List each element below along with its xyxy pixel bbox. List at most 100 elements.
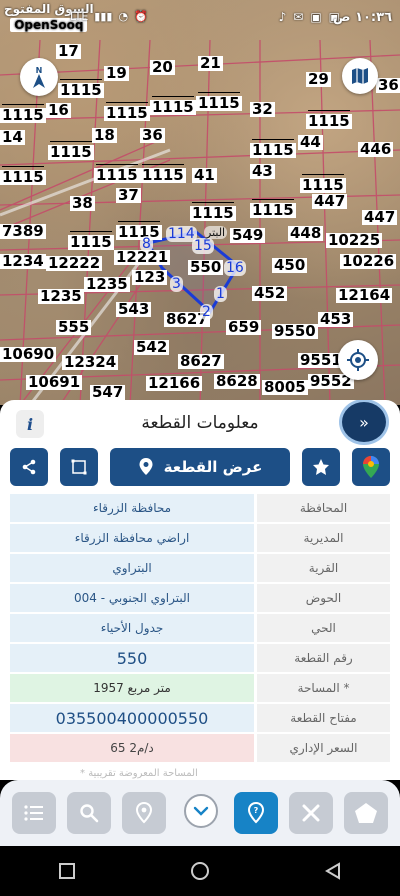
parcel-label[interactable]: 1115 <box>196 92 242 111</box>
parcel-label[interactable]: 9551 <box>298 353 344 368</box>
signal-icon: ▮▮▮ <box>94 10 113 23</box>
vertex-label: 8 <box>140 236 153 252</box>
tools-button[interactable] <box>289 792 333 834</box>
parcel-label[interactable]: 1115 <box>140 164 186 183</box>
location-search-button[interactable] <box>122 792 166 834</box>
parcel-label[interactable]: 1115 <box>0 104 46 123</box>
parcel-label[interactable]: 448 <box>288 226 324 241</box>
parcel-label[interactable]: 44 <box>298 135 323 150</box>
recent-apps-button[interactable] <box>55 859 79 883</box>
parcel-label[interactable]: 8005 <box>262 380 308 395</box>
svg-text:?: ? <box>254 806 259 815</box>
parcel-label[interactable]: 555 <box>56 320 92 335</box>
home-button[interactable] <box>344 792 388 834</box>
parcel-label[interactable]: 452 <box>252 286 288 301</box>
parcel-label[interactable]: 10225 <box>326 233 383 248</box>
lte-indicator: LTE <box>70 10 89 23</box>
parcel-label[interactable]: 123 <box>132 270 168 285</box>
parcel-label[interactable]: 10226 <box>340 254 397 269</box>
google-maps-button[interactable] <box>352 448 390 486</box>
search-button[interactable] <box>67 792 111 834</box>
value-admin-price: 65 د/م2 <box>10 734 254 762</box>
parcel-label[interactable]: 38 <box>70 196 95 211</box>
parcel-label[interactable]: 12166 <box>146 376 203 391</box>
favorite-button[interactable] <box>302 448 340 486</box>
label-parcel-key: مفتاح القطعة <box>257 704 390 732</box>
list-button[interactable] <box>12 792 56 834</box>
show-parcel-button[interactable]: عرض القطعة <box>110 448 290 486</box>
parcel-label[interactable]: 14 <box>0 130 25 145</box>
value-area: 1957 متر مربع <box>10 674 254 702</box>
draw-shape-button[interactable] <box>60 448 98 486</box>
parcel-label[interactable]: 1115 <box>0 166 46 185</box>
share-button[interactable] <box>10 448 48 486</box>
parcel-label[interactable]: 1115 <box>104 102 150 121</box>
parcel-label[interactable]: 20 <box>150 60 175 75</box>
parcel-label[interactable]: 542 <box>134 340 170 355</box>
home-nav-button[interactable] <box>188 859 212 883</box>
tools-icon <box>302 804 320 822</box>
compass-button[interactable]: N <box>20 58 58 96</box>
parcel-label[interactable]: 12324 <box>62 355 119 370</box>
label-basin: الحوض <box>257 584 390 612</box>
parcel-label[interactable]: 8628 <box>214 374 260 389</box>
parcel-label[interactable]: 8627 <box>178 354 224 369</box>
parcel-label[interactable]: 1115 <box>58 79 104 98</box>
parcel-label[interactable]: 1115 <box>48 141 94 160</box>
parcel-label[interactable]: 447 <box>312 194 348 209</box>
parcel-label[interactable]: 1115 <box>150 96 196 115</box>
collapse-panel-button[interactable]: » <box>342 402 386 442</box>
parcel-label[interactable]: 19 <box>104 66 129 81</box>
parcel-label[interactable]: 450 <box>272 258 308 273</box>
info-button[interactable]: i <box>16 410 44 438</box>
satellite-map[interactable]: 17 1115 19 20 21 29 36 1115 16 1115 1115… <box>0 0 400 405</box>
parcel-label[interactable]: 36 <box>376 78 400 93</box>
parcel-label[interactable]: 659 <box>226 320 262 335</box>
parcel-label[interactable]: 9550 <box>272 324 318 339</box>
parcel-label[interactable]: 37 <box>116 188 141 203</box>
parcel-label[interactable]: 12221 <box>114 250 171 265</box>
label-admin-price: السعر الإداري <box>257 734 390 762</box>
android-nav-bar <box>0 846 400 896</box>
parcel-label[interactable]: 10691 <box>26 375 83 390</box>
parcel-label[interactable]: 1115 <box>250 199 296 218</box>
parcel-label[interactable]: 36 <box>140 128 165 143</box>
parcel-label[interactable]: 447 <box>362 210 398 225</box>
parcel-label[interactable]: 549 <box>230 228 266 243</box>
parcel-label[interactable]: 12222 <box>46 256 103 271</box>
parcel-label[interactable]: 1115 <box>300 174 346 193</box>
parcel-label[interactable]: 543 <box>116 302 152 317</box>
parcel-label[interactable]: 10690 <box>0 347 57 362</box>
parcel-label[interactable]: 1234 <box>0 254 46 269</box>
status-left-icons: LTE ▮▮▮ ◔ ⏰ <box>70 10 148 23</box>
parcel-label[interactable]: 1235 <box>38 289 84 304</box>
collapse-toolbar-button[interactable] <box>184 794 218 828</box>
parcel-label[interactable]: 7389 <box>0 224 46 239</box>
back-button[interactable] <box>321 859 345 883</box>
parcel-label[interactable]: 18 <box>92 128 117 143</box>
parcel-label[interactable]: 17 <box>56 44 81 59</box>
parcel-label[interactable]: 446 <box>358 142 394 157</box>
parcel-label[interactable]: 1115 <box>68 231 114 250</box>
parcel-label[interactable]: 1115 <box>94 164 140 183</box>
parcel-label[interactable]: 32 <box>250 102 275 117</box>
parcel-query-button[interactable]: ? <box>234 792 278 834</box>
map-layers-button[interactable] <box>342 58 378 94</box>
parcel-label[interactable]: 1115 <box>306 110 352 129</box>
parcel-label[interactable]: 29 <box>306 72 331 87</box>
parcel-label[interactable]: 547 <box>90 385 126 400</box>
my-location-button[interactable] <box>338 340 378 380</box>
parcel-label[interactable]: 1115 <box>250 139 296 158</box>
location-pin-icon <box>139 458 153 475</box>
parcel-info-panel: i معلومات القطعة » عرض القطعة محافظة الز… <box>0 400 400 780</box>
parcel-label[interactable]: 41 <box>192 168 217 183</box>
parcel-label[interactable]: 1235 <box>84 277 130 292</box>
parcel-label[interactable]: 550 <box>188 260 224 275</box>
parcel-label[interactable]: 1115 <box>190 202 236 221</box>
parcel-label[interactable]: 21 <box>198 56 223 71</box>
parcel-label[interactable]: 453 <box>318 312 354 327</box>
parcel-label[interactable]: 1115 <box>116 221 162 240</box>
parcel-label[interactable]: 16 <box>46 103 71 118</box>
parcel-label[interactable]: 43 <box>250 164 275 179</box>
parcel-label[interactable]: 12164 <box>336 288 393 303</box>
